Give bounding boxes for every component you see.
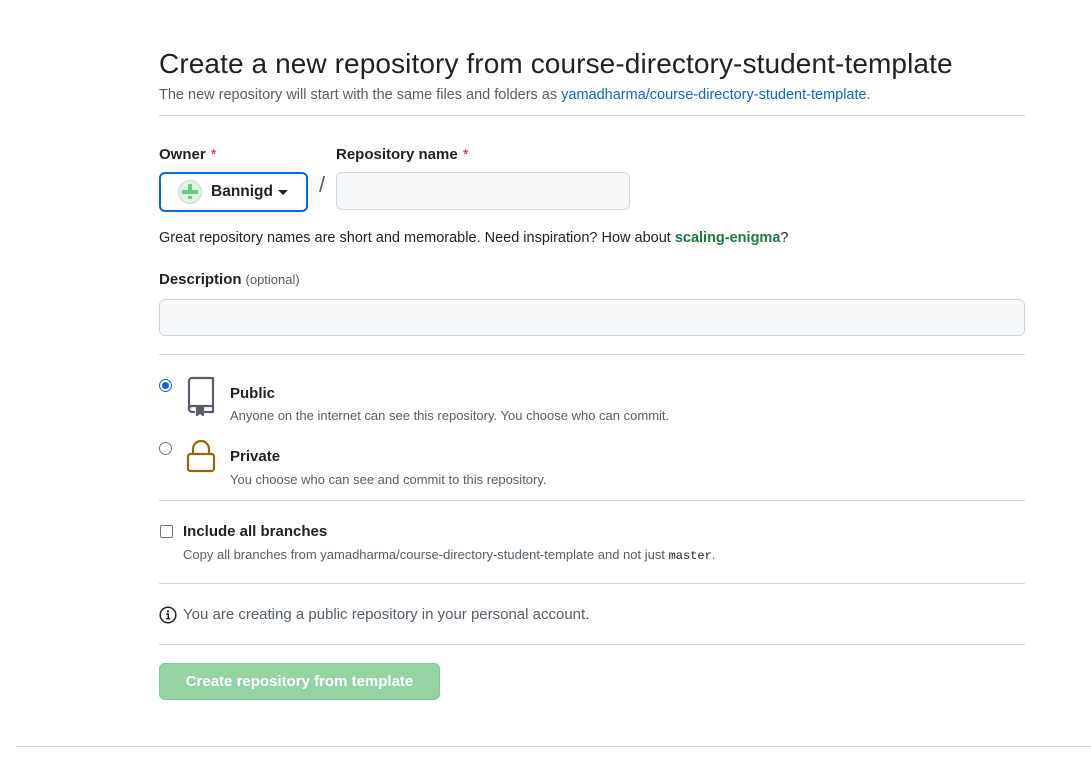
repo-name-field: Repository name * [336, 145, 630, 210]
divider [159, 354, 1025, 355]
required-mark: * [462, 146, 469, 163]
hint-suffix: ? [780, 230, 789, 246]
include-branches-desc: Copy all branches from yamadharma/course… [183, 546, 715, 565]
description-label-text: Description [159, 271, 242, 288]
description-input[interactable] [159, 299, 1025, 336]
branches-desc-prefix: Copy all branches from yamadharma/course… [183, 547, 669, 562]
public-title: Public [230, 385, 276, 402]
subtitle-prefix: The new repository will start with the s… [159, 87, 562, 103]
page-title: Create a new repository from course-dire… [159, 48, 953, 79]
create-repo-form: Create a new repository from course-dire… [159, 44, 1025, 700]
private-title: Private [230, 448, 281, 465]
branches-desc-suffix: . [711, 547, 716, 562]
private-radio[interactable] [159, 442, 172, 455]
private-desc: You choose who can see and commit to thi… [230, 472, 547, 487]
owner-name: Bannigd [211, 183, 273, 200]
page-subtitle: The new repository will start with the s… [159, 85, 1025, 105]
name-hint: Great repository names are short and mem… [159, 228, 1025, 248]
include-branches-checkbox[interactable] [160, 525, 173, 538]
caret-down-icon [278, 190, 288, 195]
owner-repo-separator: / [318, 172, 326, 197]
info-icon [159, 606, 177, 629]
info-notice: You are creating a public repository in … [159, 584, 1025, 644]
owner-label: Owner * [159, 145, 308, 165]
description-label: Description (optional) [159, 270, 1025, 290]
name-suggestion-link[interactable]: scaling-enigma [675, 230, 781, 246]
create-repository-button[interactable]: Create repository from template [159, 663, 440, 700]
lock-icon [185, 439, 217, 480]
optional-tag: (optional) [245, 272, 300, 287]
include-branches-title: Include all branches [183, 523, 328, 540]
public-radio[interactable] [159, 379, 172, 392]
owner-label-text: Owner [159, 146, 206, 163]
info-text: You are creating a public repository in … [183, 606, 590, 623]
branch-name-code: master [668, 549, 712, 563]
divider [159, 115, 1025, 116]
owner-dropdown-button[interactable]: Bannigd [159, 172, 308, 212]
divider [159, 644, 1025, 645]
include-branches-option[interactable]: Include all branches Copy all branches f… [159, 501, 1025, 583]
avatar-identicon-icon [182, 184, 198, 199]
owner-field: Owner * Bannigd [159, 145, 308, 212]
visibility-option-public[interactable]: Public Anyone on the internet can see th… [159, 370, 1025, 433]
public-desc: Anyone on the internet can see this repo… [230, 408, 670, 423]
visibility-option-private[interactable]: Private You choose who can see and commi… [159, 433, 1025, 500]
repo-name-label: Repository name * [336, 145, 630, 165]
owner-repo-row: Owner * Bannigd / Repository name * [159, 145, 1025, 212]
template-link[interactable]: yamadharma/course-directory-student-temp… [561, 87, 866, 103]
footer-divider [16, 746, 1091, 747]
repo-icon [185, 376, 217, 421]
subtitle-suffix: . [866, 87, 871, 103]
repo-name-label-text: Repository name [336, 146, 458, 163]
hint-prefix: Great repository names are short and mem… [159, 230, 675, 246]
page: Create a new repository from course-dire… [0, 0, 1091, 768]
identicon-avatar [178, 180, 202, 204]
required-mark: * [210, 146, 217, 163]
repo-name-input[interactable] [336, 172, 630, 210]
